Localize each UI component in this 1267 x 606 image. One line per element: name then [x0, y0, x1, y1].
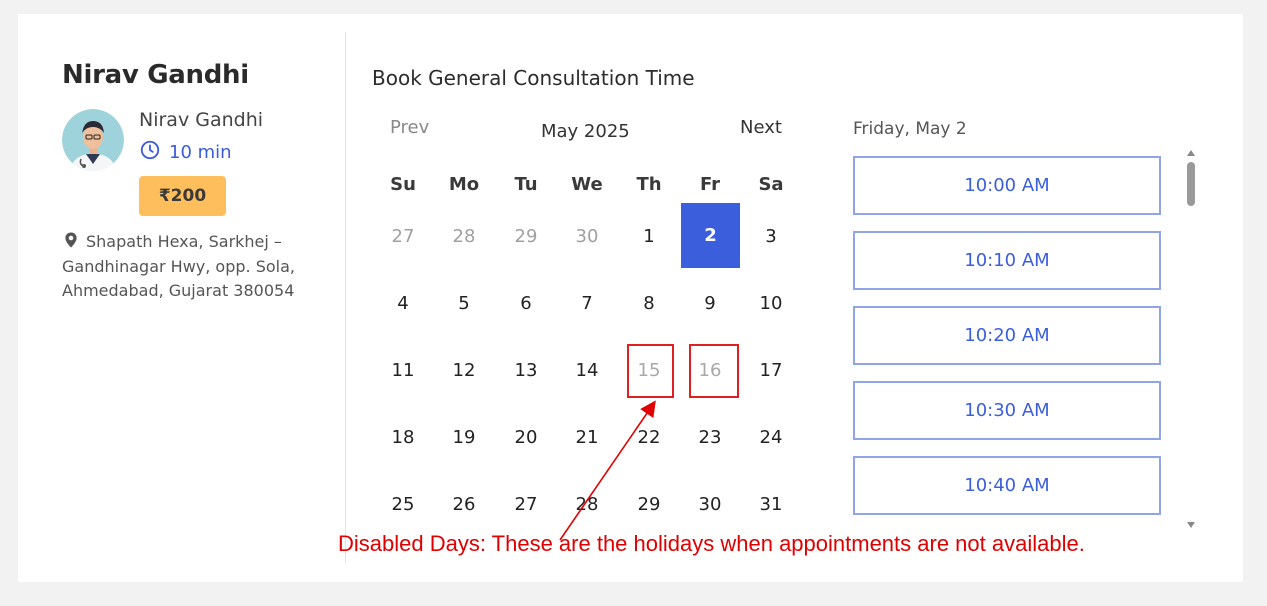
calendar-day[interactable]: 27 — [496, 472, 556, 537]
disabled-day-highlight-15 — [627, 344, 674, 398]
time-slot-button[interactable]: 10:30 AM — [853, 381, 1161, 440]
scroll-down-arrow-icon[interactable] — [1187, 522, 1195, 528]
calendar-day[interactable]: 24 — [741, 405, 801, 470]
weekday-header: Tu — [514, 174, 538, 195]
calendar-day[interactable]: 3 — [741, 204, 801, 269]
calendar-day[interactable]: 25 — [373, 472, 433, 537]
scroll-up-arrow-icon[interactable] — [1187, 150, 1195, 156]
weekday-header: Su — [390, 174, 416, 195]
price-badge: ₹200 — [139, 176, 226, 216]
next-month-button[interactable]: Next — [740, 117, 782, 138]
calendar-day[interactable]: 5 — [434, 271, 494, 336]
calendar-day[interactable]: 18 — [373, 405, 433, 470]
calendar-day[interactable]: 28 — [557, 472, 617, 537]
booking-card: Nirav Gandhi Nirav Gandhi 10 min ₹200 Sh… — [18, 14, 1243, 582]
disabled-day-highlight-16 — [689, 344, 739, 398]
calendar-day[interactable]: 6 — [496, 271, 556, 336]
appointment-duration: 10 min — [139, 139, 232, 166]
doctor-avatar — [62, 109, 124, 171]
weekday-header: We — [571, 174, 603, 195]
calendar-day[interactable]: 30 — [680, 472, 740, 537]
slots-scrollbar[interactable] — [1184, 150, 1198, 528]
calendar-day[interactable]: 9 — [680, 271, 740, 336]
time-slot-button[interactable]: 10:10 AM — [853, 231, 1161, 290]
calendar-day[interactable]: 14 — [557, 338, 617, 403]
duration-text: 10 min — [169, 142, 232, 163]
calendar-day[interactable]: 19 — [434, 405, 494, 470]
time-slots-list: 10:00 AM 10:10 AM 10:20 AM 10:30 AM 10:40 AM — [853, 156, 1165, 521]
panel-divider — [345, 32, 346, 564]
calendar-day[interactable]: 12 — [434, 338, 494, 403]
calendar-day[interactable]: 4 — [373, 271, 433, 336]
selected-date-label: Friday, May 2 — [853, 119, 967, 139]
location-pin-icon — [62, 231, 80, 249]
calendar-day[interactable]: 31 — [741, 472, 801, 537]
calendar-day[interactable]: 11 — [373, 338, 433, 403]
calendar-day[interactable]: 26 — [434, 472, 494, 537]
calendar-day-selected[interactable]: 2 — [681, 203, 740, 268]
time-slot-button[interactable]: 10:00 AM — [853, 156, 1161, 215]
calendar-day-outside-month: 30 — [575, 226, 599, 247]
calendar-day[interactable]: 23 — [680, 405, 740, 470]
calendar-day[interactable]: 29 — [619, 472, 679, 537]
calendar-day[interactable]: 22 — [619, 405, 679, 470]
calendar-day[interactable]: 7 — [557, 271, 617, 336]
calendar-day[interactable]: 13 — [496, 338, 556, 403]
calendar-day[interactable]: 17 — [741, 338, 801, 403]
disabled-days-annotation: Disabled Days: These are the holidays wh… — [338, 531, 1085, 556]
calendar-day[interactable]: 10 — [741, 271, 801, 336]
calendar-day-outside-month: 28 — [452, 226, 476, 247]
calendar-day[interactable]: 8 — [619, 271, 679, 336]
calendar-day[interactable]: 1 — [619, 204, 679, 269]
calendar-day[interactable]: 21 — [557, 405, 617, 470]
doctor-profile-panel: Nirav Gandhi Nirav Gandhi 10 min ₹200 Sh… — [18, 14, 346, 582]
weekday-header: Sa — [758, 174, 784, 195]
doctor-name: Nirav Gandhi — [139, 109, 264, 131]
booking-title: Book General Consultation Time — [372, 66, 695, 90]
current-month-label: May 2025 — [541, 121, 630, 142]
prev-month-button[interactable]: Prev — [390, 117, 429, 138]
scrollbar-thumb[interactable] — [1187, 162, 1195, 206]
time-slot-button[interactable]: 10:20 AM — [853, 306, 1161, 365]
weekday-header: Th — [636, 174, 662, 195]
address-text: Shapath Hexa, Sarkhej – Gandhinagar Hwy,… — [62, 232, 295, 300]
clock-icon — [139, 139, 161, 166]
clinic-address: Shapath Hexa, Sarkhej – Gandhinagar Hwy,… — [62, 230, 324, 304]
calendar-day[interactable]: 20 — [496, 405, 556, 470]
time-slot-button[interactable]: 10:40 AM — [853, 456, 1161, 515]
weekday-header: Mo — [448, 174, 480, 195]
calendar-day-outside-month: 27 — [391, 226, 415, 247]
weekday-header: Fr — [699, 174, 721, 195]
doctor-title: Nirav Gandhi — [62, 60, 249, 90]
calendar-day-outside-month: 29 — [514, 226, 538, 247]
